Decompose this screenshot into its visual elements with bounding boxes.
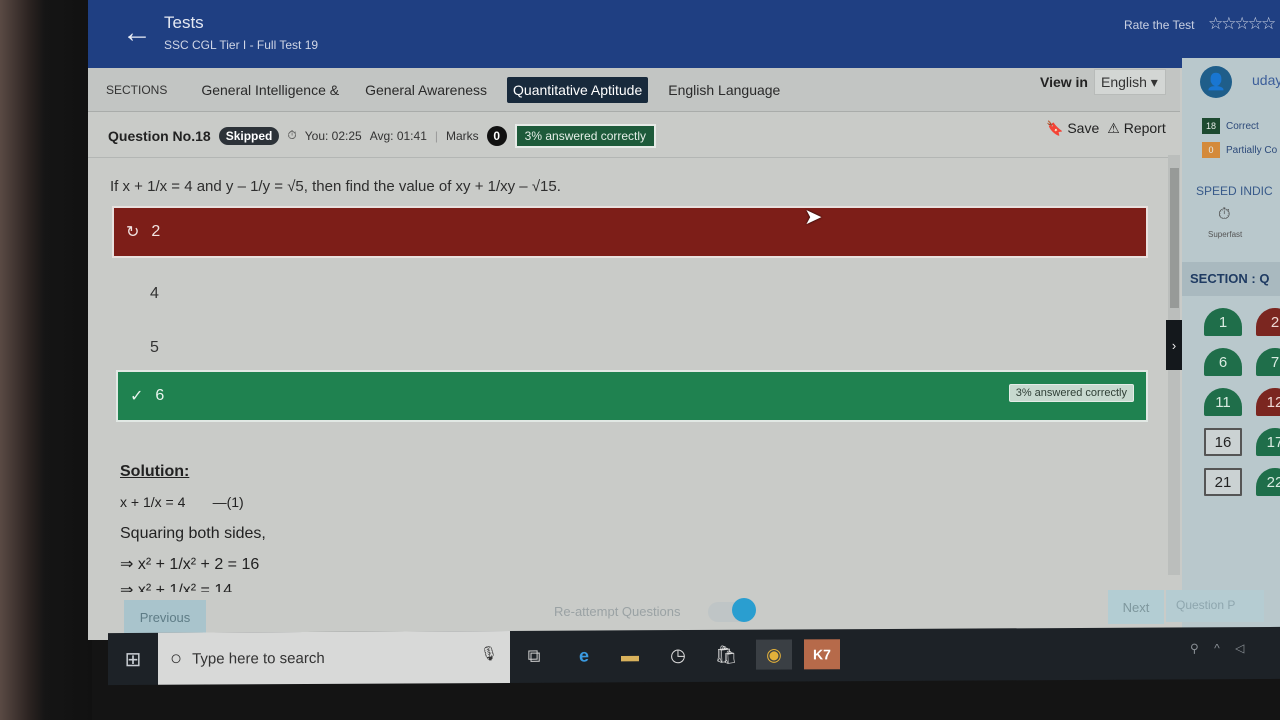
- avg-time: Avg: 01:41: [369, 128, 427, 143]
- previous-button[interactable]: Previous: [124, 600, 206, 634]
- section-label: SECTION : Q: [1182, 262, 1280, 296]
- screen: ← Tests SSC CGL Tier I - Full Test 19 Ra…: [88, 0, 1280, 640]
- speed-label: SPEED INDIC: [1196, 184, 1273, 198]
- legend-correct: 18 Correct: [1202, 118, 1259, 134]
- answered-correctly-badge: 3% answered correctly: [514, 123, 657, 148]
- palette-question-17[interactable]: 17: [1256, 428, 1280, 456]
- tab-english-language[interactable]: English Language: [662, 77, 786, 103]
- save-button[interactable]: 🔖 Save: [1046, 120, 1099, 137]
- scrollbar-thumb[interactable]: [1170, 168, 1179, 308]
- your-time: You: 02:25: [304, 128, 362, 143]
- option-3[interactable]: 5: [112, 322, 1148, 374]
- option-label: 4: [150, 285, 159, 302]
- solution-title: Solution:: [120, 463, 190, 480]
- question-palette: 1 2 6 7 11 12 16 17 21 22: [1204, 308, 1280, 496]
- sidebar: 👤 uday 18 Correct 0 Partially Co SPEED IND…: [1182, 58, 1280, 640]
- option-1[interactable]: ↻ 2: [112, 206, 1148, 258]
- report-button[interactable]: ⚠ Report: [1107, 120, 1165, 137]
- arrow-left-icon[interactable]: ←: [122, 16, 152, 50]
- reattempt-label: Re-attempt Questions: [554, 604, 681, 619]
- option-2[interactable]: 4: [112, 268, 1148, 320]
- palette-question-7[interactable]: 7: [1256, 348, 1280, 376]
- palette-question-2[interactable]: 2: [1256, 308, 1280, 336]
- header: ← Tests SSC CGL Tier I - Full Test 19 Ra…: [88, 0, 1280, 68]
- chrome-icon[interactable]: ◉: [756, 639, 792, 670]
- file-explorer-icon[interactable]: ▬: [612, 640, 648, 670]
- report-label: Report: [1123, 120, 1166, 136]
- correct-count: 18: [1202, 118, 1220, 134]
- speed-value: Superfast: [1208, 230, 1243, 239]
- page-title: Tests: [164, 13, 204, 32]
- option-4[interactable]: ✓ 6 3% answered correctly: [116, 370, 1148, 422]
- palette-question-1[interactable]: 1: [1204, 308, 1242, 336]
- k7-antivirus-icon[interactable]: K7: [804, 639, 840, 670]
- windows-start-icon[interactable]: ⊞: [108, 633, 158, 685]
- solution: Solution: x + 1/x = 4 —(1) Squaring both…: [120, 456, 266, 592]
- palette-question-6[interactable]: 6: [1204, 348, 1242, 376]
- partial-count: 0: [1202, 142, 1220, 158]
- sections-label: SECTIONS: [106, 82, 168, 97]
- taskbar: ⊞ ○ Type here to search 🎙 ⧉ e ▬ ◷ 🛍 ◉ K7 …: [108, 626, 1280, 686]
- stopwatch-icon: ⏱: [287, 128, 297, 142]
- option-label: 5: [150, 339, 159, 356]
- check-icon: ✓: [130, 388, 144, 405]
- palette-question-11[interactable]: 11: [1204, 388, 1242, 416]
- section-tabs: SECTIONS General Intelligence & General …: [88, 68, 1180, 112]
- question-number: Question No.18: [108, 127, 211, 144]
- legend-partial: 0 Partially Co: [1202, 142, 1277, 158]
- save-label: Save: [1067, 120, 1100, 136]
- question-text: If x + 1/x = 4 and y – 1/y = √5, then fi…: [110, 178, 561, 195]
- solution-line: Squaring both sides,: [120, 525, 266, 542]
- answered-correctly-badge: 3% answered correctly: [1008, 384, 1134, 402]
- view-in-label: View in: [1040, 74, 1088, 90]
- option-label: 6: [155, 387, 165, 404]
- star-rating[interactable]: ☆☆☆☆☆: [1208, 14, 1276, 34]
- bookmark-icon: 🔖: [1046, 120, 1064, 136]
- store-icon[interactable]: 🛍: [708, 640, 744, 670]
- palette-question-12[interactable]: 12: [1256, 388, 1280, 416]
- marks-label: Marks: [446, 128, 479, 143]
- question-palette-button[interactable]: Question P: [1166, 590, 1264, 622]
- edge-icon[interactable]: e: [566, 640, 602, 670]
- stopwatch-icon: ⏱: [1218, 206, 1231, 223]
- undo-icon: ↻: [126, 224, 140, 241]
- username: uday: [1252, 72, 1280, 88]
- task-view-icon[interactable]: ⧉: [516, 641, 552, 671]
- correct-label: Correct: [1226, 120, 1259, 132]
- chevron-right-icon[interactable]: ›: [1166, 320, 1182, 370]
- alarm-clock-icon[interactable]: ◷: [660, 640, 696, 670]
- monitor-bezel: [0, 0, 92, 720]
- palette-question-22[interactable]: 22: [1256, 468, 1280, 496]
- system-tray[interactable]: ⚲ ^ ◁: [1190, 641, 1250, 655]
- test-name: SSC CGL Tier I - Full Test 19: [164, 38, 319, 52]
- status-badge: Skipped: [218, 126, 280, 145]
- toggle-knob[interactable]: [732, 598, 756, 622]
- warning-icon: ⚠: [1107, 120, 1120, 136]
- tab-general-awareness[interactable]: General Awareness: [359, 77, 493, 103]
- language-select[interactable]: English ▾: [1094, 69, 1166, 95]
- question-actions: 🔖 Save ⚠ Report: [1046, 120, 1166, 137]
- cortana-icon: ○: [170, 647, 183, 670]
- rate-label: Rate the Test: [1124, 18, 1195, 32]
- taskbar-search[interactable]: ○ Type here to search: [158, 630, 510, 685]
- tab-general-intelligence[interactable]: General Intelligence &: [195, 77, 345, 103]
- next-button[interactable]: Next: [1108, 590, 1164, 624]
- solution-line: x + 1/x = 4 —(1): [120, 494, 244, 510]
- microphone-icon[interactable]: 🎙: [480, 645, 498, 662]
- mouse-cursor-icon: ➤: [804, 204, 823, 229]
- solution-line: ⇒ x² + 1/x² + 2 = 16: [120, 556, 260, 573]
- palette-question-16[interactable]: 16: [1204, 428, 1242, 456]
- partial-label: Partially Co: [1226, 144, 1278, 156]
- question-bar: Question No.18 Skipped ⏱ You: 02:25 Avg:…: [88, 114, 1180, 158]
- user-icon: 👤: [1200, 66, 1232, 98]
- palette-question-21[interactable]: 21: [1204, 468, 1242, 496]
- option-label: 2: [151, 223, 161, 240]
- search-placeholder: Type here to search: [192, 649, 325, 668]
- tab-quantitative-aptitude[interactable]: Quantitative Aptitude: [507, 76, 649, 103]
- marks-value: 0: [486, 125, 507, 146]
